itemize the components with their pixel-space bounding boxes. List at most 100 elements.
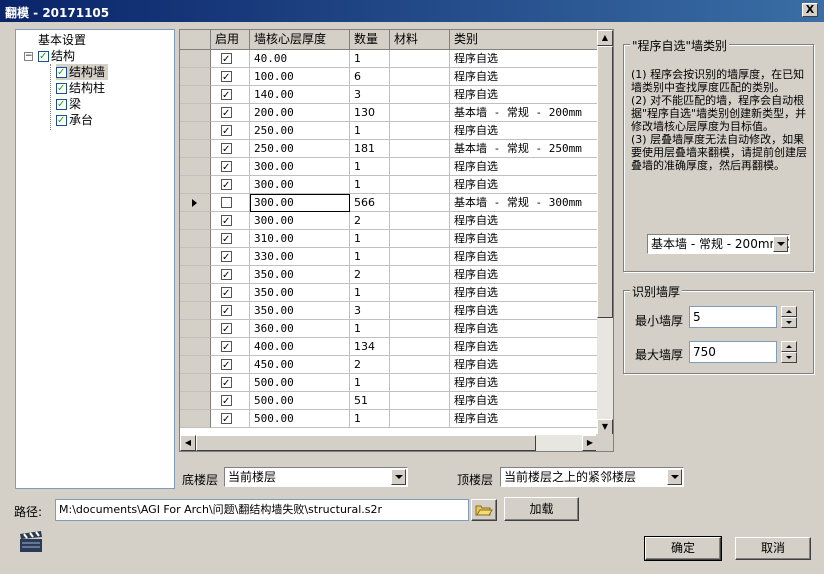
- material-cell[interactable]: [390, 158, 450, 176]
- thickness-cell[interactable]: 300.00: [250, 176, 350, 194]
- enabled-checkbox[interactable]: [221, 159, 232, 175]
- row-header[interactable]: [180, 248, 211, 266]
- material-cell[interactable]: [390, 50, 450, 68]
- category-cell[interactable]: 程序自选: [450, 302, 600, 320]
- table-row[interactable]: 310.001 程序自选: [180, 230, 600, 248]
- thickness-cell[interactable]: 250.00: [250, 140, 350, 158]
- category-cell[interactable]: 程序自选: [450, 356, 600, 374]
- spin-up-icon[interactable]: [781, 341, 797, 352]
- scroll-up-icon[interactable]: ▲: [597, 30, 613, 46]
- count-cell[interactable]: 51: [350, 392, 390, 410]
- material-cell[interactable]: [390, 248, 450, 266]
- category-cell[interactable]: 程序自选: [450, 86, 600, 104]
- enabled-checkbox[interactable]: [221, 267, 232, 283]
- checkbox-icon[interactable]: [56, 113, 67, 129]
- material-cell[interactable]: [390, 194, 450, 212]
- count-cell[interactable]: 3: [350, 302, 390, 320]
- enabled-checkbox[interactable]: [221, 123, 232, 139]
- checkbox-icon[interactable]: [56, 65, 67, 81]
- thickness-cell[interactable]: 350.00: [250, 302, 350, 320]
- thickness-cell[interactable]: 350.00: [250, 284, 350, 302]
- table-row[interactable]: 360.001 程序自选: [180, 320, 600, 338]
- category-cell[interactable]: 程序自选: [450, 176, 600, 194]
- count-cell[interactable]: 2: [350, 266, 390, 284]
- material-cell[interactable]: [390, 284, 450, 302]
- table-row[interactable]: 300.00 566 基本墙 - 常规 - 300mm: [180, 194, 600, 212]
- category-cell[interactable]: 程序自选: [450, 266, 600, 284]
- enabled-checkbox[interactable]: [221, 105, 232, 121]
- enabled-checkbox[interactable]: [221, 321, 232, 337]
- spin-up-icon[interactable]: [781, 306, 797, 317]
- thickness-cell[interactable]: 40.00: [250, 50, 350, 68]
- row-header[interactable]: [180, 266, 211, 284]
- tree-item-pile-cap[interactable]: 承台: [56, 112, 93, 129]
- thickness-cell[interactable]: 250.00: [250, 122, 350, 140]
- col-header-count[interactable]: 数量: [350, 30, 390, 50]
- category-cell[interactable]: 程序自选: [450, 50, 600, 68]
- material-cell[interactable]: [390, 68, 450, 86]
- row-header[interactable]: [180, 320, 211, 338]
- count-cell[interactable]: 1: [350, 158, 390, 176]
- thickness-cell[interactable]: 350.00: [250, 266, 350, 284]
- category-cell[interactable]: 程序自选: [450, 248, 600, 266]
- scroll-left-icon[interactable]: ◀: [180, 435, 196, 451]
- count-cell[interactable]: 1: [350, 248, 390, 266]
- material-cell[interactable]: [390, 140, 450, 158]
- count-cell[interactable]: 1: [350, 122, 390, 140]
- row-header[interactable]: [180, 86, 211, 104]
- row-header[interactable]: [180, 302, 211, 320]
- chevron-down-icon[interactable]: [667, 469, 682, 485]
- spin-down-icon[interactable]: [781, 317, 797, 328]
- thickness-cell[interactable]: 500.00: [250, 410, 350, 428]
- material-cell[interactable]: [390, 374, 450, 392]
- checkbox-icon[interactable]: [56, 81, 67, 97]
- table-row[interactable]: 200.00130 基本墙 - 常规 - 200mm: [180, 104, 600, 122]
- enabled-checkbox[interactable]: [221, 231, 232, 247]
- close-icon[interactable]: X: [802, 3, 818, 17]
- table-row[interactable]: 500.001 程序自选: [180, 374, 600, 392]
- row-header[interactable]: [180, 212, 211, 230]
- tree-node-structure[interactable]: 结构: [38, 48, 75, 65]
- enabled-checkbox[interactable]: [221, 393, 232, 409]
- category-cell[interactable]: 程序自选: [450, 212, 600, 230]
- material-cell[interactable]: [390, 176, 450, 194]
- row-header[interactable]: [180, 410, 211, 428]
- table-row[interactable]: 300.001 程序自选: [180, 158, 600, 176]
- enabled-checkbox[interactable]: [221, 69, 232, 85]
- count-cell[interactable]: 1: [350, 176, 390, 194]
- count-cell[interactable]: 3: [350, 86, 390, 104]
- col-header-material[interactable]: 材料: [390, 30, 450, 50]
- category-cell[interactable]: 程序自选: [450, 320, 600, 338]
- row-header[interactable]: [180, 122, 211, 140]
- row-header[interactable]: [180, 104, 211, 122]
- cancel-button[interactable]: 取消: [735, 537, 811, 560]
- bottom-floor-select[interactable]: 当前楼层: [224, 467, 408, 487]
- horizontal-scroll-thumb[interactable]: [196, 435, 536, 451]
- tree-item-structural-column[interactable]: 结构柱: [56, 80, 105, 97]
- material-cell[interactable]: [390, 392, 450, 410]
- select-all-corner[interactable]: [180, 30, 211, 50]
- row-header[interactable]: [180, 338, 211, 356]
- material-cell[interactable]: [390, 212, 450, 230]
- count-cell[interactable]: 130: [350, 104, 390, 122]
- table-row[interactable]: 40.001 程序自选: [180, 50, 600, 68]
- row-header[interactable]: [180, 176, 211, 194]
- count-cell[interactable]: 2: [350, 356, 390, 374]
- count-cell[interactable]: 1: [350, 284, 390, 302]
- enabled-checkbox[interactable]: [221, 411, 232, 427]
- table-row[interactable]: 300.002 程序自选: [180, 212, 600, 230]
- thickness-cell[interactable]: 300.00: [250, 212, 350, 230]
- count-cell[interactable]: 6: [350, 68, 390, 86]
- thickness-cell[interactable]: 330.00: [250, 248, 350, 266]
- table-row[interactable]: 500.0051 程序自选: [180, 392, 600, 410]
- row-header[interactable]: [180, 230, 211, 248]
- count-cell[interactable]: 2: [350, 212, 390, 230]
- count-cell[interactable]: 134: [350, 338, 390, 356]
- thickness-cell[interactable]: 500.00: [250, 392, 350, 410]
- category-cell[interactable]: 程序自选: [450, 410, 600, 428]
- material-cell[interactable]: [390, 104, 450, 122]
- row-header[interactable]: [180, 68, 211, 86]
- category-cell[interactable]: 程序自选: [450, 284, 600, 302]
- row-header[interactable]: [180, 140, 211, 158]
- row-header[interactable]: [180, 284, 211, 302]
